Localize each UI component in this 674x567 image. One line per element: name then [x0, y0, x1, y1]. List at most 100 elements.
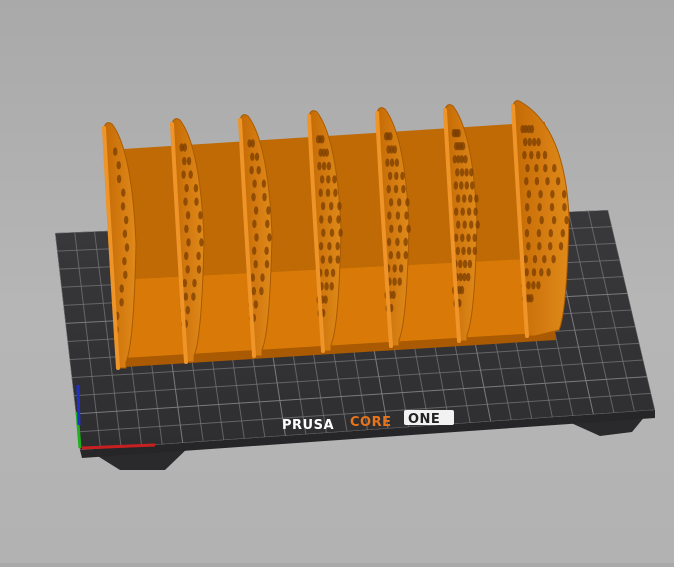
perforation-hole	[124, 215, 129, 225]
perforation-hole	[538, 190, 543, 199]
perforation-hole	[456, 220, 461, 229]
perforation-hole	[254, 152, 260, 161]
perforation-hole	[472, 246, 477, 256]
perforation-hole	[462, 194, 467, 203]
perforation-hole	[328, 255, 333, 264]
perforation-hole	[324, 282, 329, 291]
perforation-hole	[188, 170, 193, 179]
perforation-hole	[461, 246, 466, 256]
perforation-hole	[197, 224, 202, 234]
perforation-hole	[536, 281, 541, 290]
perforation-hole	[321, 161, 327, 171]
perforation-hole	[386, 184, 391, 194]
perforation-hole	[524, 268, 529, 277]
perforation-hole	[466, 246, 472, 256]
perforation-hole	[403, 251, 408, 260]
perforation-hole	[397, 277, 402, 286]
perforation-hole	[525, 164, 530, 173]
perforation-hole	[329, 282, 334, 291]
perforation-hole	[264, 246, 269, 255]
perforation-hole	[522, 150, 527, 160]
perforation-hole	[526, 242, 531, 251]
perforation-hole	[122, 257, 127, 266]
perforation-hole	[545, 177, 550, 186]
perforation-hole	[453, 233, 459, 242]
perforation-hole	[320, 201, 326, 211]
perforation-hole	[529, 124, 535, 134]
perforation-hole	[532, 255, 538, 264]
perforation-hole	[266, 206, 271, 215]
perforation-hole	[475, 220, 480, 229]
organizer-model[interactable]	[102, 100, 570, 370]
perforation-hole	[319, 175, 325, 184]
perforation-hole	[184, 251, 189, 261]
perforation-hole	[193, 184, 199, 193]
perforation-hole	[186, 156, 192, 166]
perforation-hole	[529, 150, 534, 160]
perforation-hole	[462, 272, 467, 282]
perforation-hole	[259, 286, 264, 296]
perforation-hole	[337, 201, 342, 211]
perforation-hole	[396, 251, 401, 260]
perforation-hole	[542, 255, 547, 264]
perforation-hole	[397, 198, 402, 207]
perforation-hole	[536, 137, 541, 147]
perforation-hole	[251, 192, 256, 202]
perforation-hole	[564, 216, 569, 225]
perforation-hole	[395, 211, 401, 220]
perforation-hole	[525, 203, 530, 212]
perforation-hole	[251, 286, 256, 296]
perforation-hole	[319, 215, 324, 224]
perforation-hole	[267, 233, 272, 242]
perforation-hole	[196, 265, 202, 274]
perforation-hole	[455, 168, 460, 177]
perforation-hole	[529, 294, 534, 303]
scene-canvas[interactable]: PRUSA CORE ONE	[0, 0, 674, 563]
perforation-hole	[317, 161, 322, 171]
perforation-hole	[324, 148, 329, 157]
perforation-hole	[392, 277, 397, 286]
perforation-hole	[387, 171, 393, 181]
perforation-hole	[119, 298, 124, 307]
perforation-hole	[389, 158, 395, 167]
perforation-hole	[537, 203, 542, 212]
perforation-hole	[265, 219, 270, 229]
perforation-hole	[184, 224, 189, 234]
perforation-hole	[455, 246, 460, 256]
perforation-hole	[459, 285, 465, 295]
perforation-hole	[323, 295, 328, 304]
perforation-hole	[249, 166, 254, 175]
perforation-hole	[388, 132, 393, 141]
perforation-hole	[326, 161, 332, 171]
perforation-hole	[192, 278, 197, 288]
perforation-hole	[532, 137, 537, 147]
3d-viewport[interactable]: PRUSA CORE ONE	[0, 0, 674, 563]
perforation-hole	[329, 228, 335, 237]
perforation-hole	[459, 168, 465, 177]
perforation-hole	[467, 259, 473, 269]
perforation-hole	[253, 206, 259, 215]
perforation-hole	[458, 259, 463, 269]
perforation-hole	[122, 229, 128, 238]
perforation-hole	[548, 229, 553, 238]
perforation-hole	[254, 233, 259, 242]
perforation-hole	[393, 184, 399, 194]
perforation-hole	[555, 177, 561, 186]
perforation-hole	[183, 292, 188, 301]
perforation-hole	[113, 147, 118, 156]
perforation-hole	[460, 233, 465, 242]
perforation-hole	[123, 270, 128, 280]
perforation-hole	[121, 188, 126, 197]
perforation-hole	[539, 216, 544, 225]
perforation-hole	[527, 216, 532, 225]
perforation-hole	[392, 264, 397, 273]
perforation-hole	[456, 129, 461, 138]
perforation-hole	[116, 174, 122, 184]
perforation-hole	[455, 194, 461, 203]
perforation-hole	[185, 265, 190, 274]
perforation-hole	[397, 224, 403, 233]
perforation-hole	[332, 175, 337, 184]
perforation-hole	[466, 272, 471, 282]
perforation-hole	[335, 242, 340, 251]
perforation-hole	[460, 142, 466, 151]
